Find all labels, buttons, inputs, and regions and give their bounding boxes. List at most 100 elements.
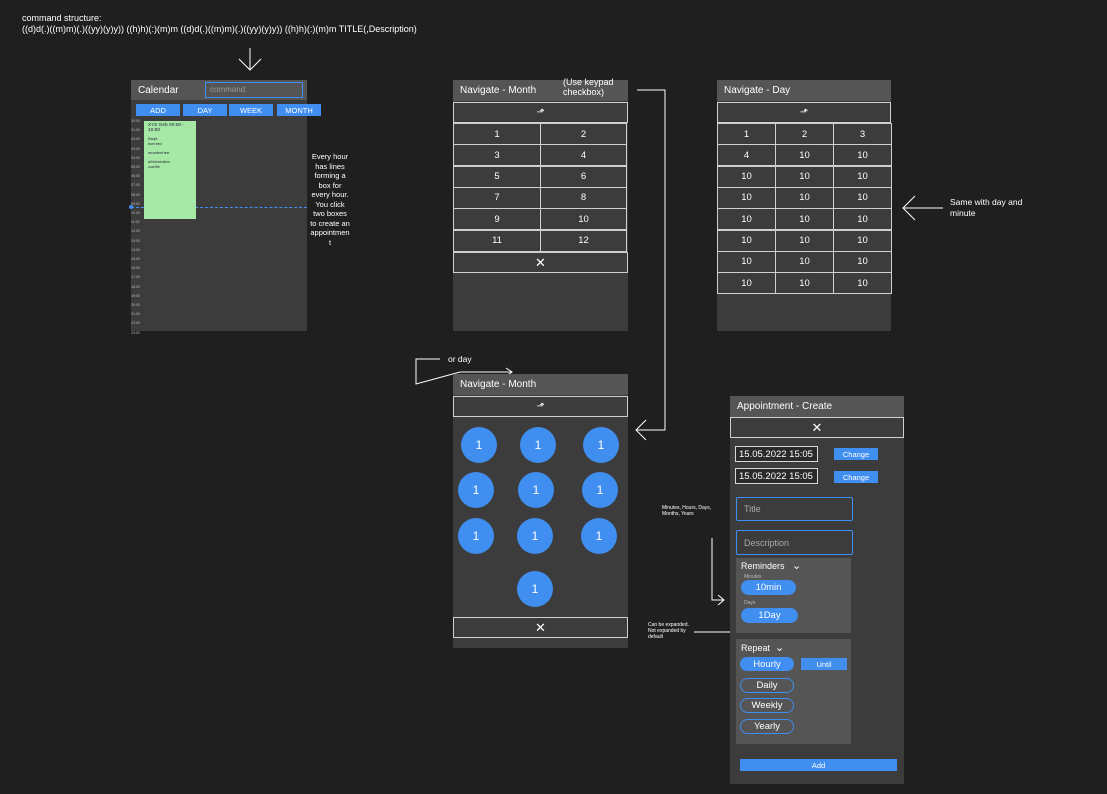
hour-label: 01:00 [131,128,140,133]
hour-label: 22:00 [131,321,140,326]
month-cell[interactable]: 5 [453,165,541,188]
add-appointment-button[interactable]: Add [740,759,897,771]
day-cell[interactable]: 10 [717,208,776,231]
event-line: hum bed [148,142,162,146]
day-cell[interactable]: 3 [833,123,892,145]
day-cell[interactable]: 10 [717,272,776,295]
navigate-month-panel: Navigate - Month (Use keypad checkbox) ⬏… [453,77,628,331]
month-cell[interactable]: 8 [540,186,627,209]
day-cell[interactable]: 10 [775,165,834,188]
same-day-minute-note: Same with day and minute [950,197,1023,218]
minutes-pill[interactable]: 10min [741,580,796,595]
hour-label: 02:00 [131,137,140,142]
repeat-daily-pill[interactable]: Daily [740,678,794,693]
day-cell[interactable]: 10 [717,186,776,209]
month-up-button[interactable]: ⬏ [453,102,628,123]
hour-label: 19:00 [131,293,140,298]
day-cell[interactable]: 10 [833,229,892,252]
calendar-title: Calendar [138,84,179,96]
appointment-close-button[interactable]: ✕ [730,417,904,438]
days-pill[interactable]: 1Day [741,608,798,623]
day-cell[interactable]: 10 [833,208,892,231]
change-end-button[interactable]: Change [834,471,878,483]
month-close-button[interactable]: ✕ [453,252,628,273]
day-cell[interactable]: 2 [775,123,834,145]
hour-label: 15:00 [131,257,140,262]
hour-label: 21:00 [131,312,140,317]
month-cell[interactable]: 9 [453,208,541,231]
month-circle[interactable]: 1 [581,518,617,554]
month-circle[interactable]: 1 [520,427,556,463]
day-cell[interactable]: 10 [775,144,834,167]
month-circle[interactable]: 1 [582,472,618,508]
month-cell[interactable]: 6 [540,165,627,188]
day-cell[interactable]: 1 [717,123,776,145]
month-cell[interactable]: 2 [540,123,627,145]
day-cell[interactable]: 10 [775,250,834,273]
day-cell[interactable]: 10 [833,250,892,273]
month-circle[interactable]: 1 [458,472,494,508]
month-circle[interactable]: 1 [518,472,554,508]
month-cell[interactable]: 1 [453,123,541,145]
hour-label: 10:00 [131,211,140,216]
month-circle[interactable]: 1 [517,518,553,554]
repeat-yearly-pill[interactable]: Yearly [740,719,794,734]
navigate-day-panel: Navigate - Day ⬏ 1 2 3 4 10 10 10 10 10 10 10 10 10 1… [717,80,892,331]
hour-label: 05:00 [131,165,140,170]
hour-label: 11:00 [131,220,140,225]
day-cell[interactable]: 10 [833,272,892,295]
reminders-section: Reminders ⌄ Minutes 10min Days 1Day [736,558,851,633]
week-button[interactable]: WEEK [229,104,273,116]
day-cell[interactable]: 10 [717,250,776,273]
command-input[interactable]: command [205,82,303,98]
calendar-event[interactable]: XYZ Geb 00:00 - 10:50 Ranpt hum bed reco… [144,121,196,219]
month-circle[interactable]: 1 [458,518,494,554]
day-cell[interactable]: 10 [775,208,834,231]
hour-label: 23:00 [131,330,140,335]
month-circle[interactable]: 1 [583,427,619,463]
month2-close-button[interactable]: ✕ [453,617,628,638]
month-cell[interactable]: 12 [540,229,627,252]
day-cell[interactable]: 10 [775,186,834,209]
hour-label: 16:00 [131,266,140,271]
month-cell[interactable]: 3 [453,144,541,167]
day-cell[interactable]: 10 [833,165,892,188]
month-circle[interactable]: 1 [517,571,553,607]
hour-list: 00:00 01:00 02:00 03:00 04:00 05:00 06:00 07:00… [131,117,143,335]
add-button[interactable]: ADD [136,104,180,116]
title-input[interactable]: Title [736,497,853,521]
chevron-down-icon[interactable]: ⌄ [792,559,801,572]
start-datetime[interactable]: 15.05.2022 15:05 [735,446,818,462]
navigate-month-circles-title-bar: Navigate - Month [453,374,628,395]
navigate-month-circles-panel: Navigate - Month ⬏ 1 1 1 1 1 1 1 1 1 1 ✕ [453,374,628,648]
change-start-button[interactable]: Change [834,448,878,460]
month-button[interactable]: MONTH [277,104,321,116]
month-cell[interactable]: 4 [540,144,627,167]
hour-label: 03:00 [131,146,140,151]
month-cell[interactable]: 7 [453,186,541,209]
day-cell[interactable]: 10 [833,144,892,167]
day-cell[interactable]: 10 [833,186,892,209]
or-day-note: or day [448,354,472,364]
close-icon: ✕ [535,254,546,270]
chevron-down-icon[interactable]: ⌄ [775,641,784,654]
day-up-button[interactable]: ⬏ [717,102,891,123]
day-cell[interactable]: 4 [717,144,776,167]
day-cell[interactable]: 10 [717,165,776,188]
close-icon: ✕ [535,619,546,635]
description-input[interactable]: Description [736,530,853,555]
appointment-panel: Appointment - Create ✕ 15.05.2022 15:05 … [730,396,904,784]
end-datetime[interactable]: 15.05.2022 15:05 [735,468,818,484]
day-cell[interactable]: 10 [775,272,834,295]
month2-up-button[interactable]: ⬏ [453,396,628,417]
hour-label: 17:00 [131,275,140,280]
month-cell[interactable]: 10 [540,208,627,231]
repeat-hourly-pill[interactable]: Hourly [740,657,794,671]
day-button[interactable]: DAY [183,104,227,116]
month-circle[interactable]: 1 [461,427,497,463]
day-cell[interactable]: 10 [775,229,834,252]
month-cell[interactable]: 11 [453,229,541,252]
day-cell[interactable]: 10 [717,229,776,252]
repeat-weekly-pill[interactable]: Weekly [740,698,794,713]
until-button[interactable]: Until [801,658,847,670]
